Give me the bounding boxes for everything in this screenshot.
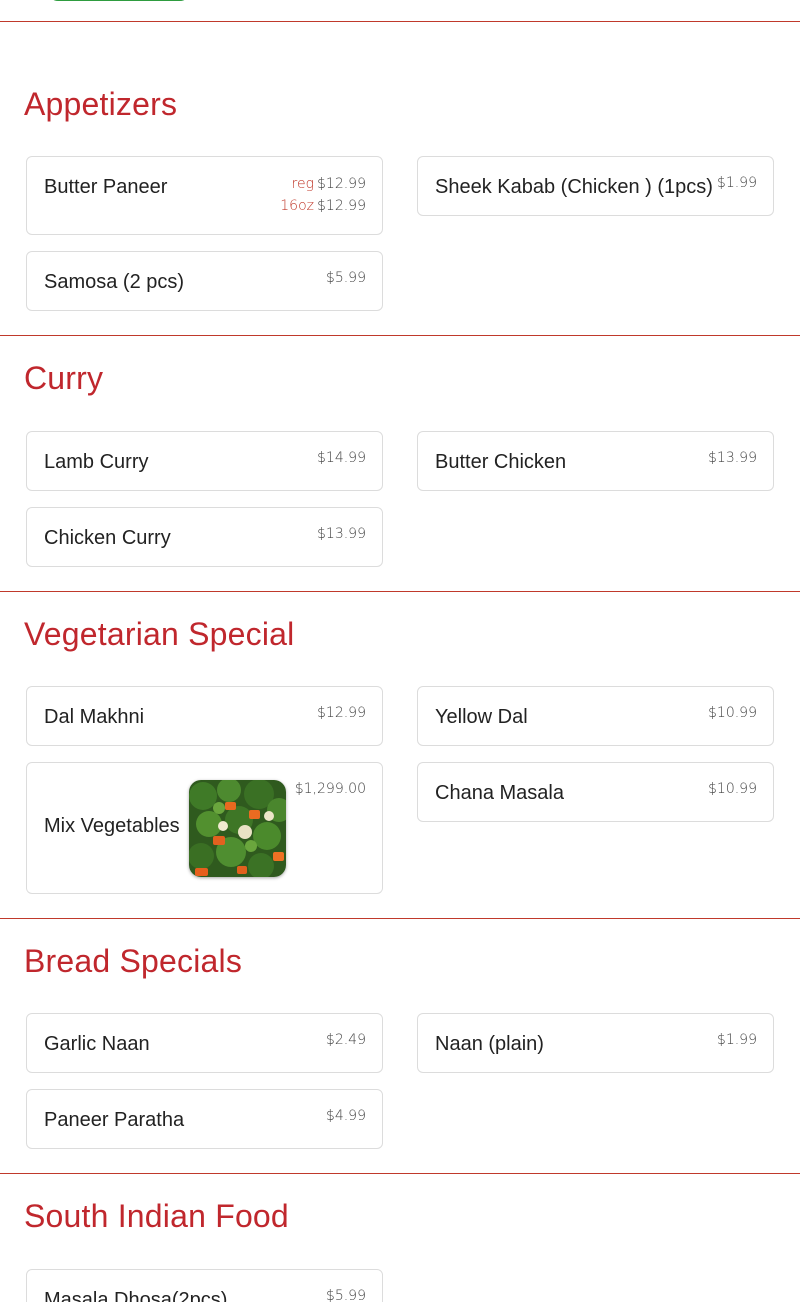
category-title-bread-specials: Bread Specials <box>24 943 243 979</box>
menu-item-chicken-curry[interactable]: Chicken Curry $13.99 <box>26 507 383 567</box>
item-name: Butter Paneer <box>44 176 168 198</box>
menu-item-yellow-dal[interactable]: Yellow Dal $10.99 <box>417 686 774 746</box>
item-price: $13.99 <box>317 526 366 542</box>
item-price: $12.99 <box>317 176 366 192</box>
menu-item-dal-makhni[interactable]: Dal Makhni $12.99 <box>26 686 383 746</box>
item-name: Butter Chicken <box>435 451 567 473</box>
menu-item-paneer-paratha[interactable]: Paneer Paratha $4.99 <box>26 1089 383 1149</box>
category-title-south-indian-food: South Indian Food <box>24 1198 289 1234</box>
menu-item-naan-plain[interactable]: Naan (plain) $1.99 <box>417 1013 774 1073</box>
section-divider <box>0 918 800 919</box>
item-name: Chana Masala <box>435 782 564 804</box>
item-name: Lamb Curry <box>44 451 149 473</box>
item-price: $13.99 <box>708 450 757 466</box>
category-title-vegetarian-special: Vegetarian Special <box>24 616 295 652</box>
section-divider <box>0 335 800 336</box>
item-price: $1.99 <box>716 1032 757 1048</box>
top-header-strip <box>0 0 800 22</box>
item-price-list: reg $12.99 16oz $12.99 <box>280 173 366 217</box>
item-name: Masala Dhosa(2pcs) <box>44 1289 228 1302</box>
mix-vegetables-photo <box>189 780 286 877</box>
item-name: Chicken Curry <box>44 527 171 549</box>
category-title-curry: Curry <box>24 360 104 396</box>
item-name: Paneer Paratha <box>44 1109 185 1131</box>
menu-item-lamb-curry[interactable]: Lamb Curry $14.99 <box>26 431 383 491</box>
menu-item-masala-dhosa[interactable]: Masala Dhosa(2pcs) $5.99 <box>26 1269 383 1302</box>
item-name: Mix Vegetables <box>44 815 180 837</box>
item-price: $1.99 <box>716 175 757 191</box>
item-price: $10.99 <box>708 705 757 721</box>
menu-page: Appetizers Butter Paneer reg $12.99 16oz $… <box>0 0 800 1302</box>
menu-item-garlic-naan[interactable]: Garlic Naan $2.49 <box>26 1013 383 1073</box>
item-price: $5.99 <box>325 1288 366 1302</box>
price-size-label: reg <box>291 176 314 192</box>
item-price: $2.49 <box>325 1032 366 1048</box>
item-name: Sheek Kabab (Chicken ) (1pcs) <box>435 176 713 198</box>
item-price: $12.99 <box>317 198 366 214</box>
menu-item-chana-masala[interactable]: Chana Masala $10.99 <box>417 762 774 822</box>
item-price: $14.99 <box>317 450 366 466</box>
menu-item-butter-paneer[interactable]: Butter Paneer reg $12.99 16oz $12.99 <box>26 156 383 235</box>
price-size-label: 16oz <box>280 198 314 214</box>
item-price: $5.99 <box>325 270 366 286</box>
order-button-edge[interactable] <box>48 0 190 1</box>
item-name: Naan (plain) <box>435 1033 544 1055</box>
section-divider <box>0 591 800 592</box>
item-name: Dal Makhni <box>44 706 145 728</box>
menu-item-butter-chicken[interactable]: Butter Chicken $13.99 <box>417 431 774 491</box>
category-title-appetizers: Appetizers <box>24 86 178 122</box>
menu-item-sheek-kabab[interactable]: Sheek Kabab (Chicken ) (1pcs) $1.99 <box>417 156 774 216</box>
item-price: $1,299.00 <box>294 781 366 797</box>
section-divider <box>0 1173 800 1174</box>
menu-item-samosa[interactable]: Samosa (2 pcs) $5.99 <box>26 251 383 311</box>
menu-item-mix-vegetables[interactable]: Mix Vegetables $1,299.00 <box>26 762 383 894</box>
item-name: Samosa (2 pcs) <box>44 271 185 293</box>
item-price: $4.99 <box>325 1108 366 1124</box>
item-price: $12.99 <box>317 705 366 721</box>
item-name: Yellow Dal <box>435 706 528 728</box>
item-price: $10.99 <box>708 781 757 797</box>
item-name: Garlic Naan <box>44 1033 150 1055</box>
